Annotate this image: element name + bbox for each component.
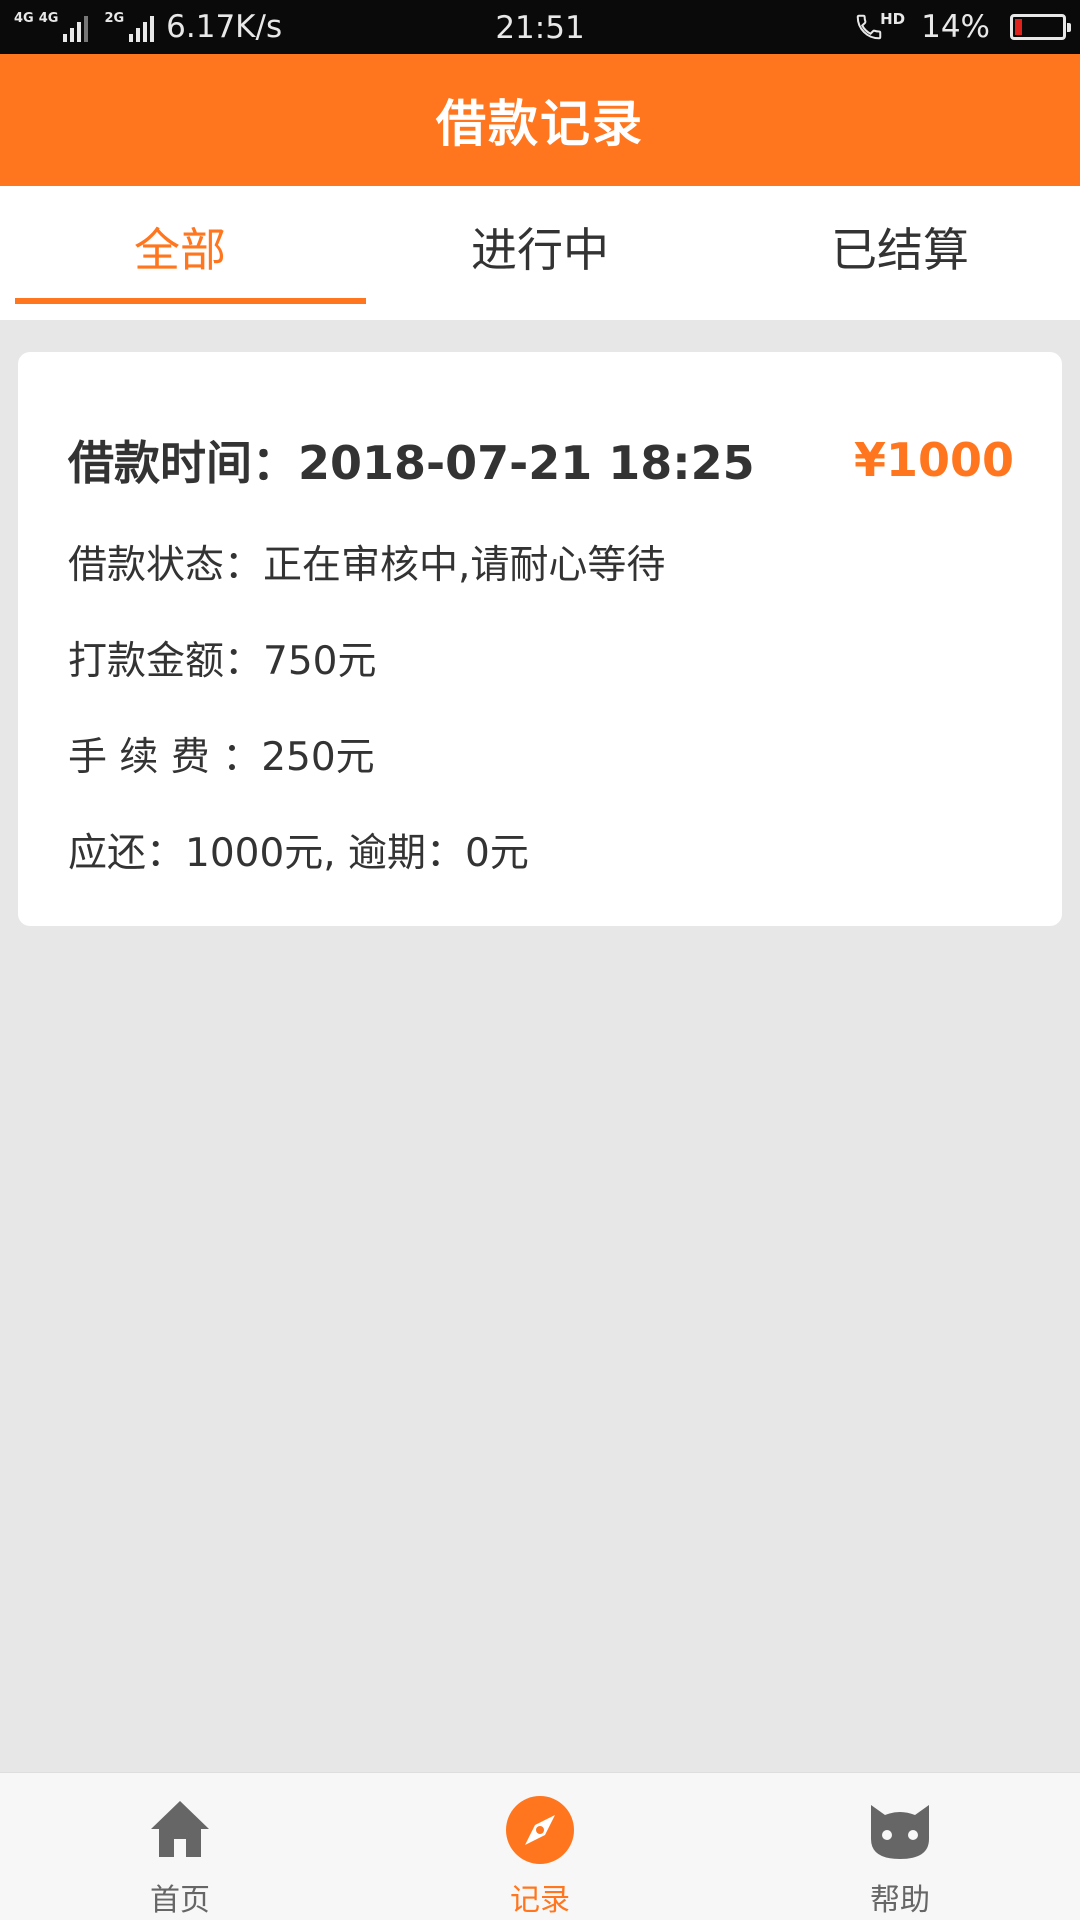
battery-percent: 14% bbox=[921, 9, 990, 45]
app-header: 借款记录 bbox=[0, 54, 1080, 186]
sim1-signal-icon: 4G 4G bbox=[14, 11, 89, 42]
borrow-time: 借款时间：2018-07-21 18:25 bbox=[68, 436, 755, 490]
nav-records[interactable]: 记录 bbox=[360, 1773, 720, 1920]
nav-help[interactable]: 帮助 bbox=[720, 1773, 1080, 1920]
network-speed: 6.17K/s bbox=[166, 9, 283, 45]
hd-call-icon: HD bbox=[854, 10, 906, 42]
bottom-nav: 首页 记录 帮助 bbox=[0, 1772, 1080, 1920]
record-header-row: 借款时间：2018-07-21 18:25 ¥1000 bbox=[68, 430, 1014, 490]
loan-amount: ¥1000 bbox=[853, 433, 1014, 487]
nav-home-label: 首页 bbox=[150, 1883, 210, 1918]
battery-icon bbox=[1010, 14, 1071, 40]
tab-settled[interactable]: 已结算 bbox=[720, 186, 1080, 320]
nav-home[interactable]: 首页 bbox=[0, 1773, 360, 1920]
tab-in-progress[interactable]: 进行中 bbox=[360, 186, 720, 320]
compass-icon bbox=[506, 1796, 574, 1864]
hd-label: HD bbox=[880, 10, 906, 28]
battery-fill bbox=[1015, 19, 1022, 35]
loan-record-card[interactable]: 借款时间：2018-07-21 18:25 ¥1000 借款状态：正在审核中,请… bbox=[18, 352, 1062, 926]
sim1-label-2: 4G bbox=[38, 11, 59, 26]
cat-icon bbox=[871, 1805, 929, 1859]
status-bar: 4G 4G 2G 6.17K/s 21:51 HD 14% bbox=[0, 0, 1080, 54]
sim2-signal-icon: 2G bbox=[104, 11, 155, 42]
home-icon bbox=[151, 1801, 209, 1857]
status-left: 4G 4G 2G 6.17K/s bbox=[14, 0, 282, 54]
status-right: HD 14% bbox=[854, 0, 1071, 54]
page-title: 借款记录 bbox=[436, 95, 644, 153]
nav-help-label: 帮助 bbox=[870, 1883, 930, 1918]
sim2-label: 2G bbox=[104, 11, 125, 26]
loan-status: 借款状态：正在审核中,请耐心等待 bbox=[68, 543, 666, 588]
service-fee: 手 续 费 ：250元 bbox=[68, 735, 375, 780]
sim1-label: 4G bbox=[14, 11, 34, 26]
payout-amount: 打款金额：750元 bbox=[68, 639, 377, 684]
active-tab-indicator bbox=[15, 298, 366, 304]
nav-records-label: 记录 bbox=[510, 1883, 570, 1918]
repayment-due: 应还：1000元, 逾期：0元 bbox=[68, 831, 529, 876]
